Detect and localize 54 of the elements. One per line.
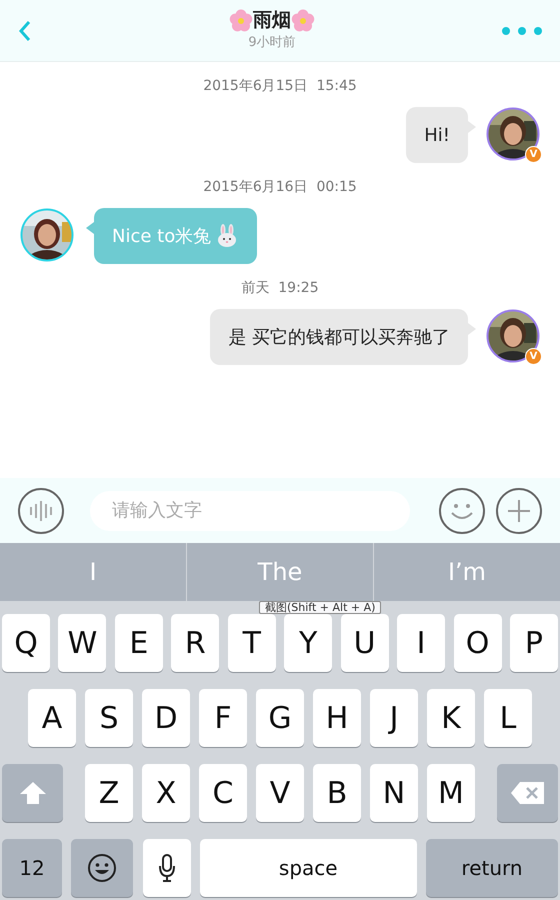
letter-key[interactable]: M	[427, 764, 475, 822]
letter-key[interactable]: U	[340, 614, 389, 672]
return-key[interactable]: return	[426, 839, 558, 897]
flower-icon	[229, 8, 253, 33]
letter-key[interactable]: P	[510, 614, 558, 672]
letter-key[interactable]: C	[199, 764, 247, 822]
mic-key[interactable]	[142, 839, 190, 897]
letter-key[interactable]: R	[171, 614, 220, 672]
letter-key[interactable]: E	[114, 614, 163, 672]
message-text: Nice to米兔	[112, 224, 212, 248]
letter-key[interactable]: L	[484, 689, 532, 747]
message-text: 是 买它的钱都可以买奔驰了	[228, 326, 450, 350]
contact-name: 雨烟	[253, 8, 291, 33]
letter-key[interactable]: S	[85, 689, 133, 747]
space-key[interactable]: space	[200, 839, 417, 897]
shift-arrow-icon	[18, 780, 48, 806]
letter-key[interactable]: J	[370, 689, 418, 747]
letter-key[interactable]: I	[397, 614, 446, 672]
letter-key[interactable]: A	[28, 689, 76, 747]
back-icon	[18, 20, 32, 42]
flower-icon	[291, 8, 315, 33]
plus-icon	[507, 498, 531, 522]
letter-key[interactable]: Y	[284, 614, 332, 672]
smiley-icon	[87, 853, 118, 883]
letter-key[interactable]: T	[228, 614, 276, 672]
tooltip: 截图(Shift + Alt + A)	[259, 601, 382, 614]
numbers-key[interactable]: 12	[2, 839, 62, 897]
backspace-icon	[510, 781, 546, 805]
timestamp: 前天 19:25	[241, 279, 319, 298]
letter-key[interactable]: W	[58, 614, 106, 672]
letter-key[interactable]: Q	[2, 614, 50, 672]
letter-key[interactable]: X	[142, 764, 190, 822]
letter-key[interactable]: Z	[85, 764, 133, 822]
add-button[interactable]	[496, 488, 542, 534]
emoji-key[interactable]	[71, 839, 134, 897]
timestamp: 2015年6月16日 00:15	[203, 178, 357, 197]
letter-key[interactable]: V	[256, 764, 304, 822]
voice-button[interactable]	[18, 488, 64, 534]
letter-key[interactable]: K	[427, 689, 475, 747]
message-input[interactable]: 请输入文字	[90, 490, 410, 530]
letter-key[interactable]: F	[199, 689, 247, 747]
timestamp: 2015年6月15日 15:45	[203, 77, 357, 96]
last-seen: 9小时前	[248, 34, 296, 52]
letter-key[interactable]: N	[370, 764, 418, 822]
emoji-button[interactable]	[439, 488, 485, 534]
letter-key[interactable]: H	[313, 689, 361, 747]
letter-key[interactable]: O	[454, 614, 502, 672]
verified-badge: V	[525, 348, 542, 365]
letter-key[interactable]: B	[313, 764, 361, 822]
letter-key[interactable]: G	[256, 689, 304, 747]
letter-key[interactable]: D	[142, 689, 190, 747]
message-text: Hi!	[424, 124, 450, 148]
verified-badge: V	[525, 146, 542, 163]
microphone-icon	[158, 853, 176, 883]
